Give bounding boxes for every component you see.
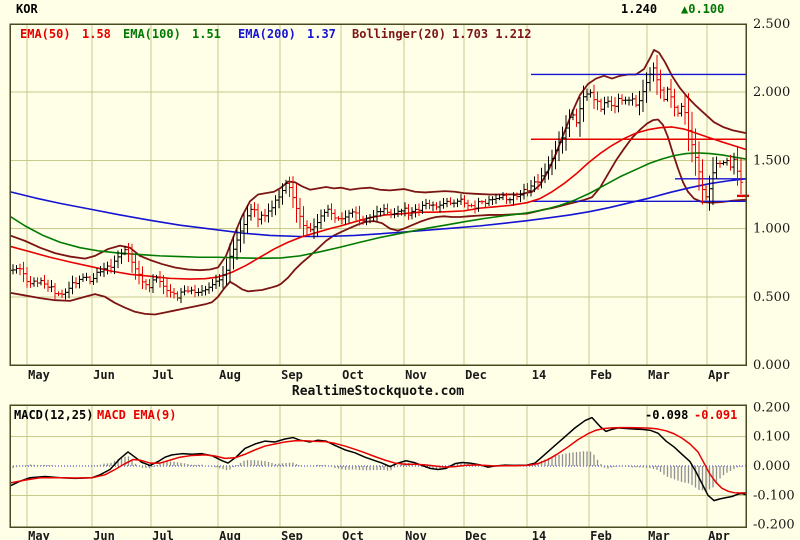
legend-bollinger-label: Bollinger(20) (352, 27, 446, 41)
macd-x-month-label: Nov (405, 529, 427, 540)
price-change-badge: ▲0.100 (681, 2, 725, 16)
main-x-month-label: Feb (590, 368, 612, 382)
macd-y-tick-label: -0.100 (753, 488, 795, 503)
macd-x-month-label: Dec (465, 529, 487, 540)
main-y-tick-label: 1.000 (753, 222, 790, 237)
legend-ema50-label: EMA(50) (20, 27, 71, 41)
main-y-tick-label: 0.000 (753, 358, 790, 373)
legend-ema100-label: EMA(100) (123, 27, 181, 41)
legend-ema200-value: 1.37 (307, 27, 336, 41)
chart-canvas: 2.500 2.000 1.500 1.000 0.500 0.000 0.200 0.100… (9, 17, 795, 540)
main-x-month-label: Jul (152, 368, 174, 382)
main-x-month-label: 14 (532, 368, 546, 382)
macd-x-month-label: Jul (152, 529, 174, 540)
main-x-month-label: Dec (465, 368, 487, 382)
macd-x-month-label: Feb (590, 529, 612, 540)
legend-ema200-label: EMA(200) (238, 27, 296, 41)
main-y-tick-label: 0.500 (753, 290, 790, 305)
main-y-tick-label: 1.500 (753, 153, 790, 168)
macd-x-month-label: Sep (281, 529, 303, 540)
ticker-symbol: KOR (16, 2, 38, 16)
macd-y-tick-label: 0.200 (753, 400, 790, 415)
main-x-month-label: Oct (342, 368, 364, 382)
legend-macd-signal-label: MACD EMA(9) (97, 408, 177, 422)
main-x-month-label: Sep (281, 368, 303, 382)
last-price: 1.240 (621, 2, 658, 16)
macd-x-month-label: Apr (708, 529, 730, 540)
legend-ema50-value: 1.58 (82, 27, 111, 41)
main-x-month-label: Nov (405, 368, 427, 382)
main-x-month-label: Mar (648, 368, 670, 382)
main-x-month-label: Apr (708, 368, 730, 382)
main-x-month-label: May (28, 368, 50, 382)
main-y-tick-label: 2.000 (753, 85, 790, 100)
macd-x-month-label: Oct (342, 529, 364, 540)
macd-x-month-label: May (28, 529, 50, 540)
macd-y-tick-label: 0.100 (753, 430, 790, 445)
macd-x-month-label: 14 (532, 529, 546, 540)
legend-ema100-value: 1.51 (192, 27, 221, 41)
main-x-month-label: Jun (93, 368, 115, 382)
main-x-month-label: Aug (219, 368, 241, 382)
macd-x-month-label: Jun (93, 529, 115, 540)
main-y-tick-label: 2.500 (753, 17, 790, 32)
stock-chart-page: 2.500 2.000 1.500 1.000 0.500 0.000 0.200 0.100… (0, 0, 800, 540)
macd-x-month-label: Mar (648, 529, 670, 540)
legend-macd-label: MACD(12,25) (14, 408, 94, 422)
macd-signal-current-value: -0.091 (694, 408, 738, 422)
macd-y-tick-label: 0.000 (753, 459, 790, 474)
legend-bollinger-value: 1.703 1.212 (452, 27, 532, 41)
macd-x-month-label: Aug (219, 529, 241, 540)
watermark: RealtimeStockquote.com (291, 384, 465, 399)
macd-current-value: -0.098 (645, 408, 689, 422)
macd-y-tick-label: -0.200 (753, 518, 795, 533)
